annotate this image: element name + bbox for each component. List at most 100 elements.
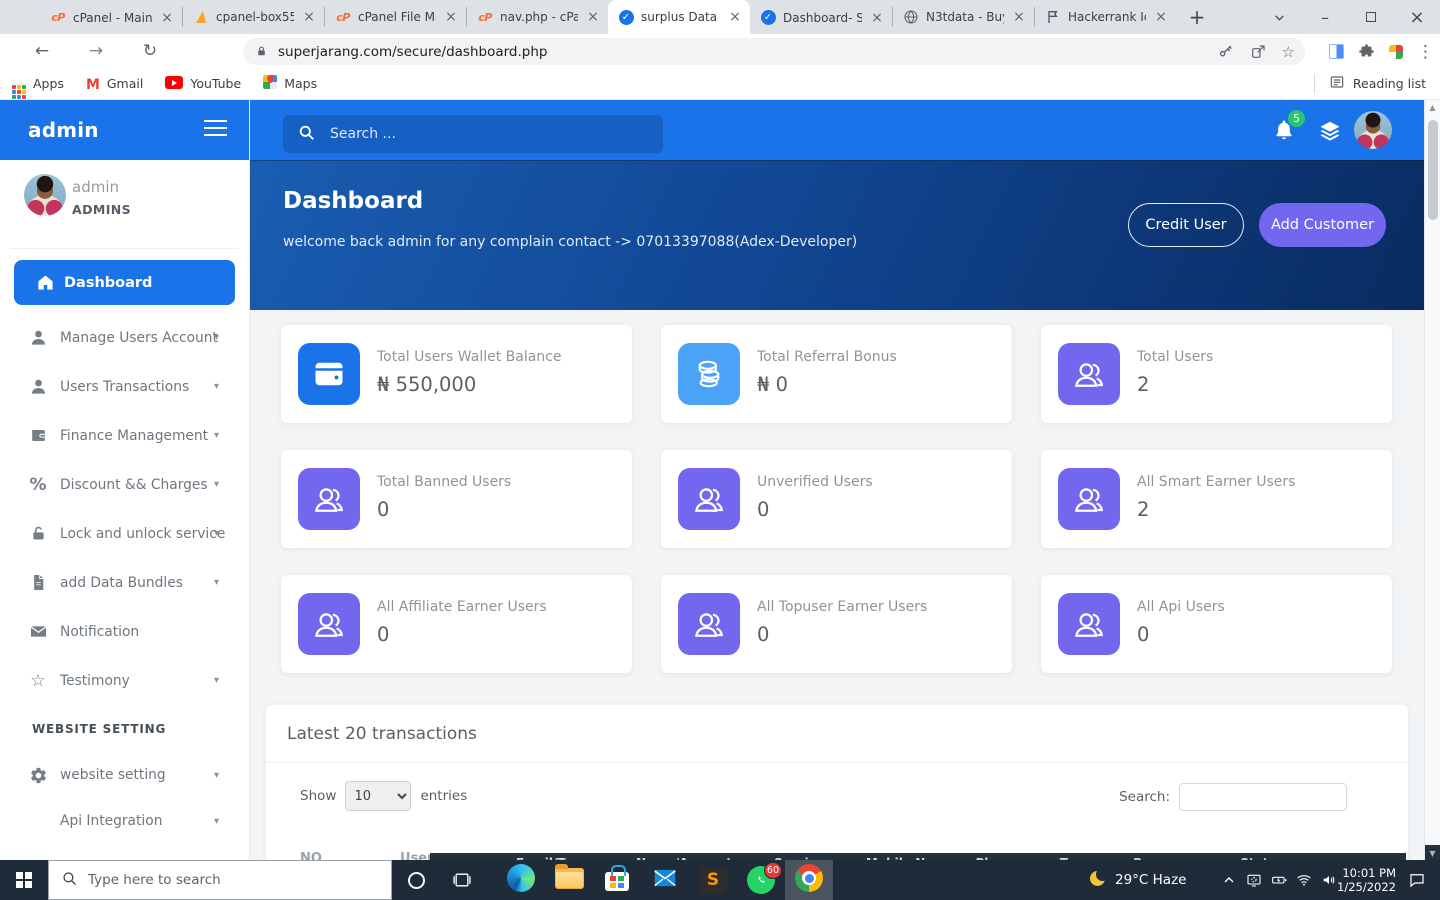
sidebar-item[interactable]: Notification [0,607,249,656]
restore[interactable] [1348,0,1394,34]
sidebar-user: admin ADMINS [0,172,249,238]
sidebar-item[interactable]: Dashboard [14,260,235,305]
whatsapp[interactable]: 60 [737,860,785,900]
scrollbar[interactable]: ▲ ▼ [1424,100,1440,860]
edge[interactable] [497,860,545,900]
browser-tab[interactable]: N3tdata - Buy A × [892,7,1034,27]
stat-card-label: Total Users [1137,349,1213,365]
start-button[interactable] [0,860,48,900]
tab-close-icon[interactable]: × [443,9,459,25]
task-view-button[interactable] [442,860,482,900]
tab-close-icon[interactable]: × [1153,9,1169,25]
taskbar-search[interactable] [48,860,392,900]
hamburger-menu-icon[interactable] [204,120,227,141]
bookmark-item[interactable]: M Gmail [86,74,143,93]
new-tab-button[interactable]: + [1184,4,1210,30]
side-panel-icon[interactable] [1329,44,1344,59]
layers-icon[interactable] [1318,119,1343,144]
stat-card-label: Unverified Users [757,474,873,490]
credit-user-button[interactable]: Credit User [1128,203,1244,247]
back-icon[interactable]: ← [28,41,56,61]
stat-card-label: All Smart Earner Users [1137,474,1295,490]
table-search-input[interactable] [1179,783,1347,811]
tab-close-icon[interactable]: × [869,10,885,26]
sidebar-item[interactable]: ☆ Testimony ▾ [0,656,249,705]
chrome[interactable] [785,860,833,900]
key-icon[interactable] [1218,44,1234,60]
store[interactable] [593,860,641,900]
close[interactable]: × [1394,0,1440,34]
cast[interactable] [1241,860,1266,900]
reload-icon[interactable]: ↻ [136,41,164,61]
table-column-header: Response [1133,853,1198,860]
tab-chevron[interactable] [1256,0,1302,34]
sidebar-item[interactable]: Api Integration ▾ [0,798,249,844]
weather-widget[interactable]: 29°C Haze [1090,860,1186,900]
bookmark-item[interactable]: Maps [263,74,317,93]
sidebar-item[interactable]: Finance Management ▾ [0,411,249,460]
app-icon [555,868,584,893]
tab-close-icon[interactable]: × [727,9,743,25]
sublime-text[interactable]: S [689,860,737,900]
scrollbar-thumb[interactable] [1428,120,1438,220]
wifi[interactable] [1291,860,1316,900]
bookmark-item[interactable]: YouTube [165,74,241,93]
sidebar-item-icon [34,272,56,294]
browser-tab[interactable]: cP nav.php - cPane × [466,7,608,27]
scroll-down-icon[interactable]: ▼ [1425,849,1440,858]
scroll-up-icon[interactable]: ▲ [1425,103,1440,112]
stat-card-value: ₦ 550,000 [377,373,476,396]
sidebar-item[interactable]: Users Transactions ▾ [0,362,249,411]
stat-cards: Total Users Wallet Balance ₦ 550,000 Tot… [281,325,1392,673]
share-icon[interactable] [1250,44,1266,60]
battery[interactable] [1266,860,1291,900]
tab-close-icon[interactable]: × [1011,9,1027,25]
sidebar-item[interactable]: Manage Users Account ▾ [0,313,249,362]
browser-tab[interactable]: ✓ Dashboard- SU × [750,1,892,34]
reading-list-button[interactable]: Reading list [1314,74,1426,94]
entries-select[interactable]: 10 [345,781,411,811]
browser-menu-icon[interactable]: ⋮ [1417,42,1434,62]
bookmark-item[interactable]: Apps [12,74,64,93]
avatar[interactable] [1354,111,1392,153]
extensions-puzzle-icon[interactable] [1358,43,1375,60]
action-center-button[interactable] [1400,860,1434,900]
sidebar-item[interactable]: website setting ▾ [0,752,249,798]
url-text[interactable]: superjarang.com/secure/dashboard.php [278,44,1218,60]
tab-favicon: cP [50,10,66,26]
taskbar-clock[interactable]: 10:01 PM 1/25/2022 [1337,860,1396,900]
add-customer-button[interactable]: Add Customer [1259,203,1386,247]
stat-card-icon [298,468,360,530]
navbar-search[interactable] [283,115,663,153]
chevron-down-icon: ▾ [214,381,219,392]
tab-close-icon[interactable]: × [301,9,317,25]
tab-close-icon[interactable]: × [585,9,601,25]
chevron-up[interactable] [1216,860,1241,900]
extension-icon[interactable] [1389,45,1403,59]
tab-title: cpanel-box552 [216,10,294,24]
sidebar-item[interactable]: add Data Bundles ▾ [0,558,249,607]
browser-tab[interactable]: cP cPanel - Main × [40,1,182,34]
lock-icon[interactable] [255,45,268,58]
browser-tab[interactable]: cP cPanel File Man × [324,7,466,27]
browser-tab[interactable]: Hackerrank Ico × [1034,7,1176,27]
sidebar-item-icon [27,327,49,349]
minimize[interactable]: – [1302,0,1348,34]
bookmark-star-icon[interactable]: ☆ [1282,43,1295,61]
sidebar-item[interactable]: Lock and unlock service ▾ [0,509,249,558]
mail[interactable] [641,860,689,900]
address-bar[interactable]: superjarang.com/secure/dashboard.php ☆ [243,38,1305,65]
search-input[interactable] [330,126,649,142]
taskbar-search-input[interactable] [88,872,379,888]
notification-bell-icon[interactable]: 5 [1272,118,1298,144]
tab-close-icon[interactable]: × [159,10,175,26]
tab-favicon: cP [335,9,351,25]
sidebar-item[interactable]: % Discount && Charges ▾ [0,460,249,509]
browser-tab[interactable]: ✓ surplus Data - C × [608,0,750,34]
file-explorer[interactable] [545,860,593,900]
table-column-header: NO [300,849,322,860]
forward-icon[interactable]: → [82,41,110,61]
stat-card-icon [1058,468,1120,530]
browser-tab[interactable]: cpanel-box552 × [182,7,324,27]
cortana-button[interactable] [396,860,436,900]
